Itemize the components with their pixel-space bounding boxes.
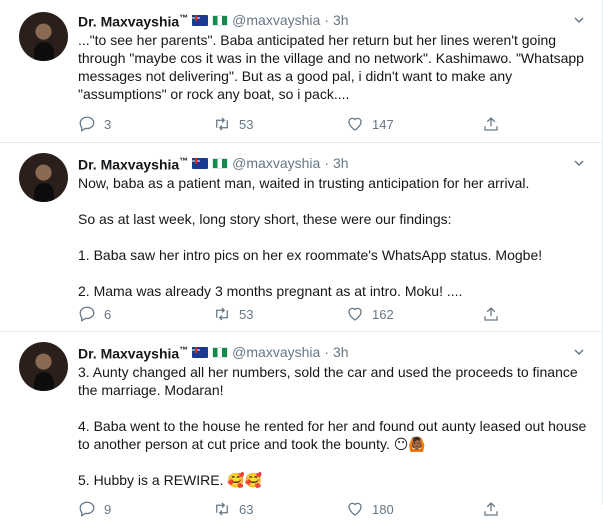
separator: · xyxy=(324,12,329,28)
tweet-actions: 6 53 162 xyxy=(78,305,518,325)
tweet[interactable]: Dr. Maxvayshia™ @maxvayshia · 3h Now, ba… xyxy=(0,143,603,332)
like-button[interactable]: 180 xyxy=(346,500,394,518)
tweet-paragraph: 4. Baba went to the house he rented for … xyxy=(78,418,587,452)
like-button[interactable]: 162 xyxy=(346,305,394,323)
like-button[interactable]: 147 xyxy=(346,115,394,133)
nigeria-flag-icon xyxy=(212,14,229,26)
emoji: 😶🙆🏾 xyxy=(393,436,426,452)
like-icon xyxy=(348,307,362,321)
retweet-icon xyxy=(216,307,228,321)
tweet-header: Dr. Maxvayshia™ @maxvayshia · 3h xyxy=(78,153,591,173)
australia-flag-icon xyxy=(192,157,209,169)
share-button[interactable] xyxy=(482,115,508,133)
reply-button[interactable]: 6 xyxy=(78,305,111,323)
tweet-content: Dr. Maxvayshia™ @maxvayshia · 3h ..."to … xyxy=(78,10,591,103)
reply-button[interactable]: 9 xyxy=(78,500,111,518)
retweet-icon xyxy=(216,502,228,516)
emoji: 🥰🥰 xyxy=(227,472,263,488)
separator: · xyxy=(324,155,329,171)
tweet-actions: 9 63 180 xyxy=(78,500,518,520)
display-name[interactable]: Dr. Maxvayshia™ xyxy=(78,151,188,175)
reply-count: 3 xyxy=(104,116,112,132)
tweet-text: 3. Aunty changed all her numbers, sold t… xyxy=(78,363,591,489)
tweet-text: ..."to see her parents". Baba anticipate… xyxy=(78,31,591,103)
australia-flag-icon xyxy=(192,346,209,358)
timestamp[interactable]: 3h xyxy=(333,153,349,173)
tweet-header: Dr. Maxvayshia™ @maxvayshia · 3h xyxy=(78,342,591,362)
avatar[interactable] xyxy=(19,153,68,202)
share-icon xyxy=(484,307,498,321)
like-count: 147 xyxy=(372,116,394,132)
tweet[interactable]: Dr. Maxvayshia™ @maxvayshia · 3h 3. Aunt… xyxy=(0,332,603,522)
like-icon xyxy=(348,502,362,516)
tweet-paragraph: 2. Mama was already 3 months pregnant as… xyxy=(78,283,463,299)
retweet-count: 53 xyxy=(239,306,254,322)
retweet-count: 53 xyxy=(239,116,254,132)
display-name[interactable]: Dr. Maxvayshia™ xyxy=(78,340,188,364)
user-handle[interactable]: @maxvayshia xyxy=(232,10,320,30)
avatar[interactable] xyxy=(19,12,68,61)
nigeria-flag-icon xyxy=(212,157,229,169)
retweet-icon xyxy=(216,117,228,131)
separator: · xyxy=(324,344,329,360)
tweet-content: Dr. Maxvayshia™ @maxvayshia · 3h Now, ba… xyxy=(78,153,591,300)
tweet[interactable]: Dr. Maxvayshia™ @maxvayshia · 3h ..."to … xyxy=(0,0,603,143)
tweet-paragraph: 5. Hubby is a REWIRE. 🥰🥰 xyxy=(78,472,263,488)
user-handle[interactable]: @maxvayshia xyxy=(232,342,320,362)
retweet-button[interactable]: 53 xyxy=(213,115,253,133)
share-button[interactable] xyxy=(482,500,508,518)
avatar[interactable] xyxy=(19,342,68,391)
share-icon xyxy=(484,502,498,516)
tweet-text: Now, baba as a patient man, waited in tr… xyxy=(78,174,591,300)
australia-flag-icon xyxy=(192,14,209,26)
tweet-paragraph: ..."to see her parents". Baba anticipate… xyxy=(78,32,584,102)
retweet-count: 63 xyxy=(239,501,254,517)
display-name[interactable]: Dr. Maxvayshia™ xyxy=(78,8,188,32)
timestamp[interactable]: 3h xyxy=(333,342,349,362)
tweet-actions: 3 53 147 xyxy=(78,115,518,135)
reply-icon xyxy=(79,306,95,322)
timestamp[interactable]: 3h xyxy=(333,10,349,30)
reply-button[interactable]: 3 xyxy=(78,115,111,133)
chevron-down-icon[interactable] xyxy=(569,342,589,362)
like-count: 180 xyxy=(372,501,394,517)
retweet-button[interactable]: 53 xyxy=(213,305,253,323)
reply-count: 6 xyxy=(104,306,112,322)
reply-count: 9 xyxy=(104,501,112,517)
nigeria-flag-icon xyxy=(212,346,229,358)
tweet-header: Dr. Maxvayshia™ @maxvayshia · 3h xyxy=(78,10,591,30)
like-count: 162 xyxy=(372,306,394,322)
tweet-content: Dr. Maxvayshia™ @maxvayshia · 3h 3. Aunt… xyxy=(78,342,591,489)
tweet-paragraph: 1. Baba saw her intro pics on her ex roo… xyxy=(78,247,543,263)
tweet-paragraph: 3. Aunty changed all her numbers, sold t… xyxy=(78,364,578,398)
tweet-paragraph: Now, baba as a patient man, waited in tr… xyxy=(78,175,530,191)
reply-icon xyxy=(79,501,95,517)
tweet-feed: Dr. Maxvayshia™ @maxvayshia · 3h ..."to … xyxy=(0,0,603,517)
chevron-down-icon[interactable] xyxy=(569,153,589,173)
share-button[interactable] xyxy=(482,305,508,323)
share-icon xyxy=(484,117,498,131)
reply-icon xyxy=(79,116,95,132)
like-icon xyxy=(348,117,362,131)
chevron-down-icon[interactable] xyxy=(569,10,589,30)
user-handle[interactable]: @maxvayshia xyxy=(232,153,320,173)
retweet-button[interactable]: 63 xyxy=(213,500,253,518)
tweet-paragraph: So as at last week, long story short, th… xyxy=(78,211,452,227)
